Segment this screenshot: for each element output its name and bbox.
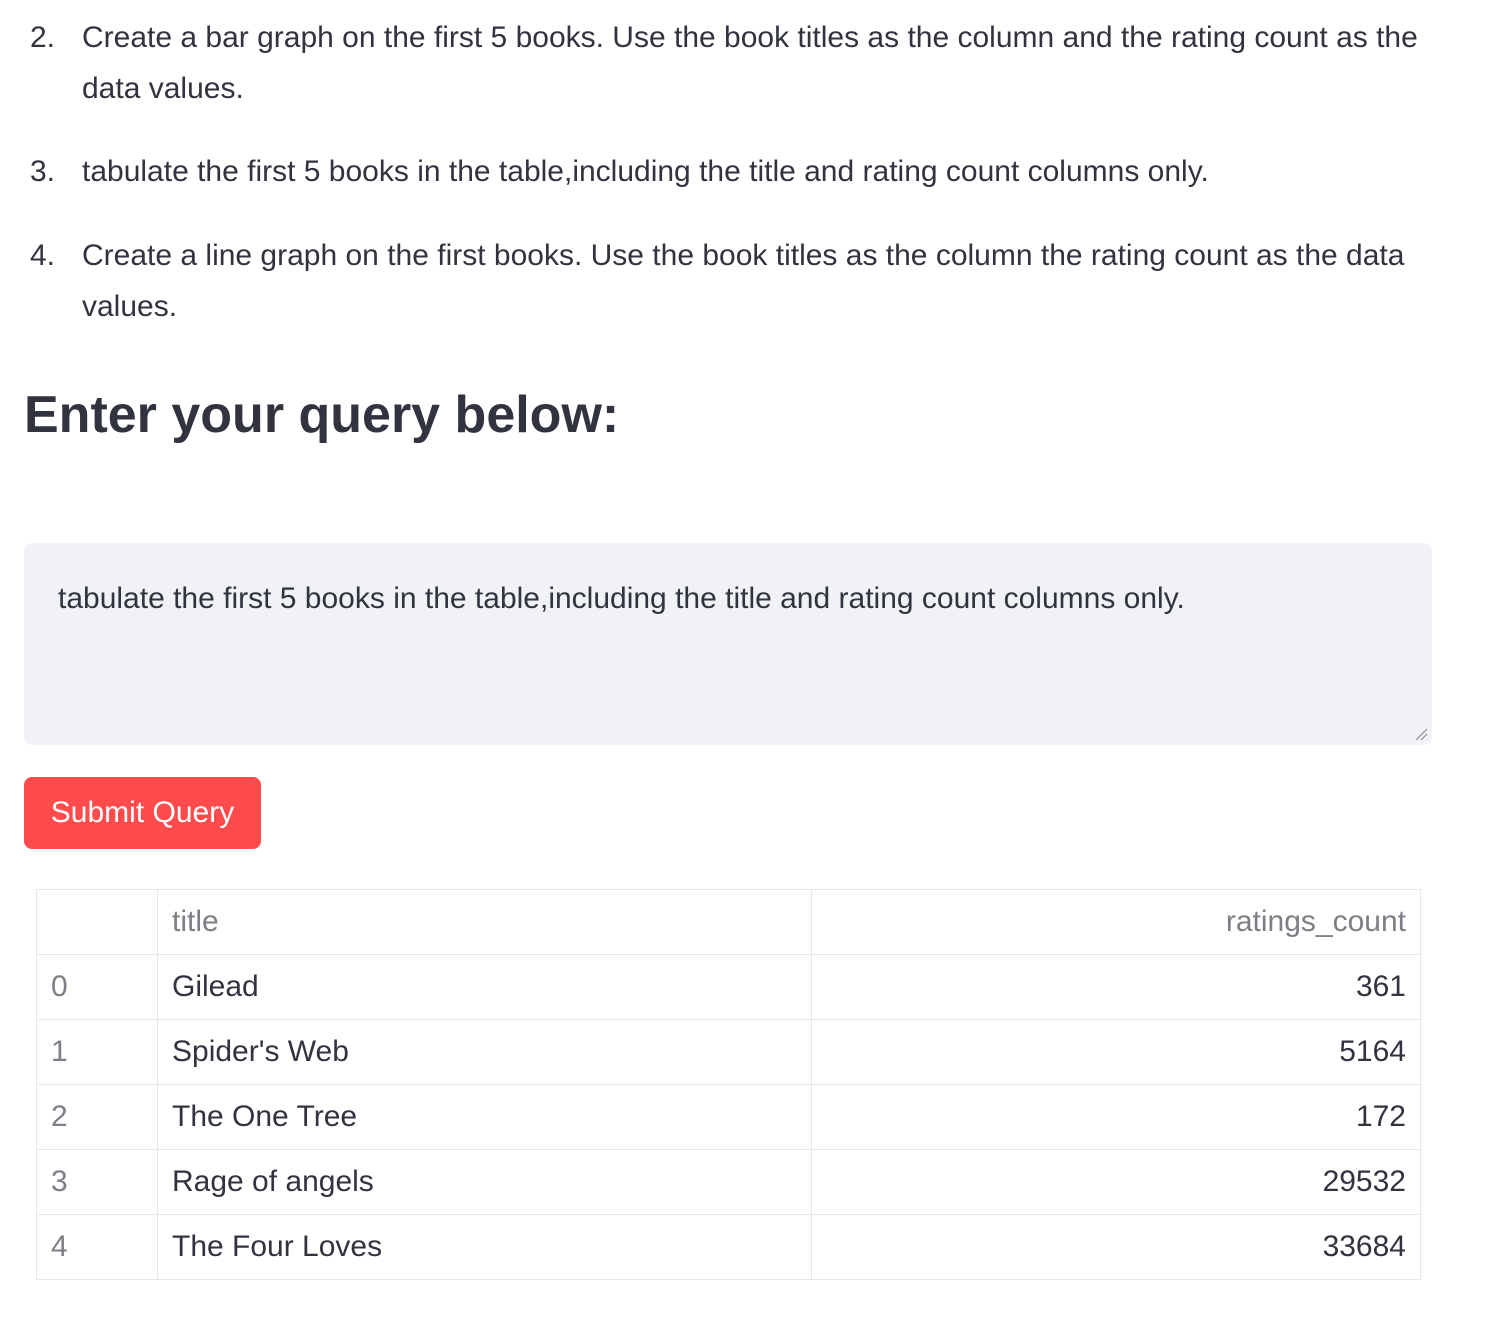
row-index: 2 — [36, 1084, 158, 1150]
cell-title[interactable]: Spider's Web — [157, 1019, 812, 1085]
submit-query-button[interactable]: Submit Query — [24, 777, 261, 849]
instruction-text-line: values. — [82, 290, 178, 323]
results-table: title ratings_count 0 Gilead 361 1 Spide… — [36, 889, 1421, 1280]
instruction-text: Create a bar graph on the first 5 books.… — [82, 12, 1422, 114]
table-row: 3 Rage of angels 29532 — [36, 1149, 1421, 1215]
cell-ratings-count[interactable]: 29532 — [811, 1149, 1421, 1215]
cell-title[interactable]: Rage of angels — [157, 1149, 812, 1215]
table-header-row: title ratings_count — [36, 889, 1421, 955]
query-heading: Enter your query below: — [24, 386, 620, 444]
row-index: 1 — [36, 1019, 158, 1085]
query-textarea[interactable]: tabulate the first 5 books in the table,… — [24, 543, 1432, 745]
cell-ratings-count[interactable]: 5164 — [811, 1019, 1421, 1085]
row-index: 4 — [36, 1214, 158, 1280]
instruction-text: Create a line graph on the first books. … — [82, 230, 1422, 332]
instruction-number: 4. — [30, 239, 56, 272]
table-row: 2 The One Tree 172 — [36, 1084, 1421, 1150]
row-index: 0 — [36, 954, 158, 1020]
instruction-number: 3. — [30, 155, 56, 188]
cell-title[interactable]: Gilead — [157, 954, 812, 1020]
column-header-title[interactable]: title — [157, 889, 812, 955]
instruction-text: tabulate the first 5 books in the table,… — [82, 155, 1209, 188]
query-textarea-value[interactable]: tabulate the first 5 books in the table,… — [58, 579, 1185, 619]
resize-handle-icon[interactable] — [1414, 727, 1428, 741]
cell-ratings-count[interactable]: 361 — [811, 954, 1421, 1020]
instruction-text-line: Create a line graph on the first books. … — [82, 239, 1405, 272]
cell-title[interactable]: The Four Loves — [157, 1214, 812, 1280]
column-header-index[interactable] — [36, 889, 158, 955]
column-header-ratings-count[interactable]: ratings_count — [811, 889, 1421, 955]
instruction-number: 2. — [30, 21, 56, 54]
cell-title[interactable]: The One Tree — [157, 1084, 812, 1150]
row-index: 3 — [36, 1149, 158, 1215]
cell-ratings-count[interactable]: 172 — [811, 1084, 1421, 1150]
table-row: 4 The Four Loves 33684 — [36, 1214, 1421, 1280]
page: 2. Create a bar graph on the first 5 boo… — [0, 0, 1512, 1328]
instruction-text-line: data values. — [82, 72, 244, 105]
table-row: 0 Gilead 361 — [36, 954, 1421, 1020]
table-row: 1 Spider's Web 5164 — [36, 1019, 1421, 1085]
cell-ratings-count[interactable]: 33684 — [811, 1214, 1421, 1280]
instruction-text-line: Create a bar graph on the first 5 books.… — [82, 21, 1418, 54]
